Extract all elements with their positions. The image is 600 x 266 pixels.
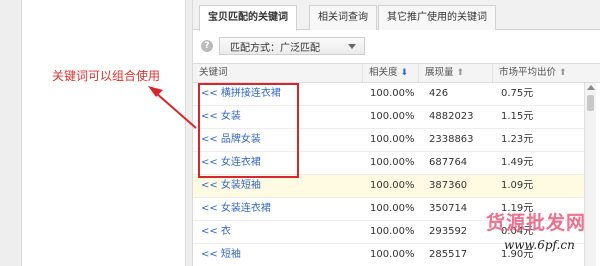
impressions-value: 285517 [429, 249, 468, 260]
column-keyword[interactable]: 关键词 [193, 64, 363, 82]
filter-bar: ? 匹配方式：广泛匹配 [201, 37, 365, 55]
tab-related-search[interactable]: 相关词查询 [309, 5, 377, 30]
watermark: 货源批发网 www.6pf.cn [486, 208, 598, 264]
relevance-value: 100.00% [370, 111, 415, 122]
avg-price-value: 1.09元 [501, 180, 534, 191]
chevron-down-icon [348, 44, 356, 49]
scroll-thumb[interactable] [587, 95, 594, 111]
column-relevance[interactable]: 相关度 ⬇ [363, 64, 419, 82]
column-impressions[interactable]: 展现量 ⬆ [419, 64, 493, 82]
avg-price-value: 0.75元 [501, 88, 534, 99]
content-divider [185, 0, 193, 266]
impressions-value: 2338863 [429, 134, 474, 145]
impressions-value: 687764 [429, 157, 468, 168]
avg-price-value: 1.15元 [501, 111, 534, 122]
relevance-value: 100.00% [370, 180, 415, 191]
relevance-value: 100.00% [370, 203, 415, 214]
question-circle-icon[interactable]: ? [201, 40, 213, 52]
scroll-up-icon[interactable] [587, 85, 595, 90]
impressions-value: 350714 [429, 203, 468, 214]
keyword-link[interactable]: << 短袖 [201, 244, 241, 266]
relevance-value: 100.00% [370, 157, 415, 168]
tab-bar: 宝贝匹配的关键词 相关词查询 其它推广使用的关键词 [193, 0, 600, 31]
tab-other-keywords[interactable]: 其它推广使用的关键词 [378, 5, 496, 30]
relevance-value: 100.00% [370, 226, 415, 237]
impressions-value: 387360 [429, 180, 468, 191]
table-header: 关键词 相关度 ⬇ 展现量 ⬆ 市场平均出价 ⬆ [193, 63, 600, 83]
match-type-value: 匹配方式：广泛匹配 [230, 42, 320, 54]
annotation-text: 关键词可以组合使用 [52, 69, 161, 83]
impressions-value: 426 [429, 88, 449, 99]
relevance-value: 100.00% [370, 134, 415, 145]
sort-asc-icon: ⬆ [559, 68, 567, 78]
avg-price-value: 1.23元 [501, 134, 534, 145]
watermark-url: www.6pf.cn [504, 238, 575, 252]
sort-desc-icon: ⬇ [400, 68, 409, 78]
left-sidebar-strip [0, 0, 22, 266]
watermark-title: 货源批发网 [486, 212, 587, 234]
impressions-value: 4882023 [429, 111, 474, 122]
table-row[interactable]: << 女装短袖 100.00% 387360 1.09元 [193, 175, 584, 198]
keyword-link[interactable]: << 女装连衣裙 [201, 198, 271, 220]
relevance-value: 100.00% [370, 88, 415, 99]
keyword-link[interactable]: << 女装短袖 [201, 175, 261, 197]
annotation-highlight-box [198, 83, 299, 178]
match-type-select[interactable]: 匹配方式：广泛匹配 [219, 37, 365, 55]
relevance-value: 100.00% [370, 249, 415, 260]
tab-matched-keywords[interactable]: 宝贝匹配的关键词 [199, 5, 297, 31]
column-avg-price[interactable]: 市场平均出价 ⬆ [493, 64, 584, 82]
avg-price-value: 1.49元 [501, 157, 534, 168]
impressions-value: 293592 [429, 226, 468, 237]
keyword-link[interactable]: << 衣 [201, 221, 231, 243]
sort-asc-icon: ⬆ [456, 68, 465, 78]
